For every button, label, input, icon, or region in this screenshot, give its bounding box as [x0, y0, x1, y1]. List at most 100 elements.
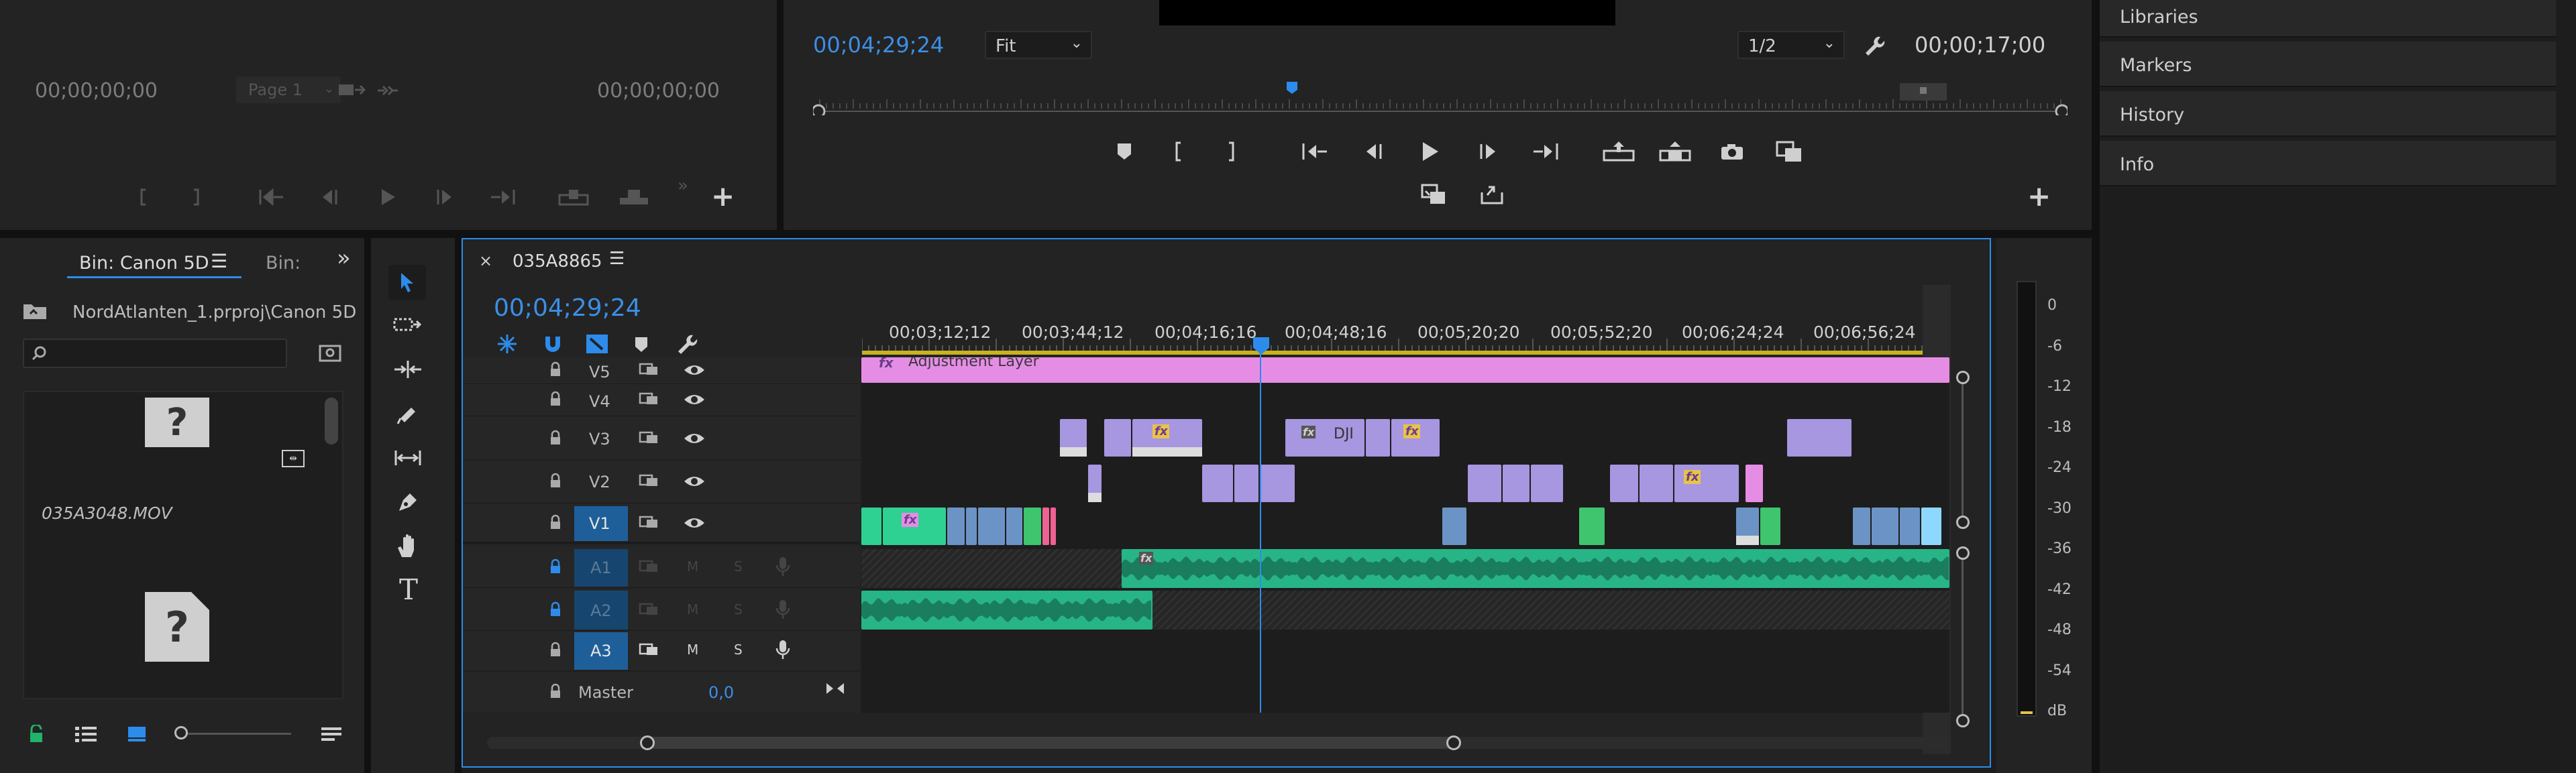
track-label[interactable]: V1 — [589, 514, 610, 533]
mute-button[interactable]: M — [687, 642, 698, 658]
clip-v1[interactable] — [947, 508, 965, 545]
track-label[interactable]: V2 — [589, 473, 610, 491]
clip-v1[interactable] — [1760, 508, 1780, 545]
project-scrollbar[interactable] — [325, 398, 338, 444]
lock-icon[interactable] — [549, 558, 562, 575]
toggle-proxies-icon[interactable] — [1418, 180, 1449, 209]
new-search-bin-icon[interactable] — [315, 339, 345, 368]
eye-icon[interactable] — [683, 474, 706, 489]
page-select[interactable]: Page 1 ⌄ — [236, 76, 341, 103]
lock-icon[interactable] — [549, 514, 562, 530]
zoom-slider[interactable] — [174, 723, 295, 744]
panel-markers[interactable]: Markers — [2100, 42, 2556, 87]
sync-lock-icon[interactable] — [639, 473, 659, 489]
timeline-horizontal-scrollbar[interactable] — [487, 733, 1949, 753]
clip-v2[interactable] — [1202, 465, 1233, 502]
go-to-in-icon[interactable] — [255, 185, 287, 209]
clip-v2[interactable] — [1468, 465, 1501, 502]
hand-tool-icon[interactable] — [392, 532, 423, 561]
linked-selection-icon[interactable] — [582, 331, 612, 357]
clip-v2[interactable] — [1234, 465, 1258, 502]
mark-out-icon[interactable] — [186, 185, 207, 209]
menu-icon[interactable] — [317, 721, 346, 748]
source-timecode-in[interactable]: 00;00;00;00 — [35, 79, 158, 103]
step-forward-icon[interactable] — [1474, 138, 1504, 165]
project-item-name[interactable]: 035A3048.MOV — [42, 503, 172, 523]
track-label[interactable]: A1 — [590, 558, 612, 577]
lock-icon[interactable] — [549, 391, 562, 407]
clip-v3[interactable] — [1104, 419, 1131, 457]
play-icon[interactable] — [374, 185, 401, 209]
track-content[interactable]: fx Adjustment Layer fx fx DJI fx fx fx f… — [861, 357, 1949, 713]
razor-tool-icon[interactable] — [392, 400, 423, 427]
sync-lock-icon[interactable] — [639, 642, 659, 658]
clip-v1[interactable] — [861, 508, 881, 545]
scroll-handle-left[interactable] — [640, 735, 655, 750]
audio-clip-a2[interactable] — [861, 591, 1152, 630]
nest-icon[interactable] — [494, 331, 521, 357]
lock-icon[interactable] — [549, 683, 562, 699]
project-tab-active[interactable]: Bin: Canon 5D ☰ — [67, 245, 241, 278]
clip-v2-pink[interactable] — [1746, 465, 1763, 502]
type-tool-icon[interactable]: T — [399, 573, 418, 606]
program-timecode[interactable]: 00;04;29;24 — [813, 32, 944, 58]
insert-icon[interactable] — [557, 185, 590, 209]
go-to-in-icon[interactable] — [1299, 138, 1332, 165]
clip-v1[interactable] — [1051, 508, 1056, 545]
clip-v1[interactable] — [1872, 508, 1898, 545]
program-add-button-icon[interactable]: + — [2027, 180, 2051, 213]
track-select-tool-icon[interactable] — [392, 312, 423, 339]
lock-icon[interactable] — [549, 473, 562, 489]
panel-history[interactable]: History — [2100, 91, 2556, 137]
lock-icon[interactable] — [549, 642, 562, 658]
go-to-end-icon[interactable] — [825, 680, 845, 697]
mark-out-icon[interactable] — [1218, 138, 1245, 165]
mark-in-icon[interactable] — [133, 185, 153, 209]
clip-v2[interactable] — [1503, 465, 1529, 502]
lock-open-icon[interactable] — [24, 721, 48, 748]
eye-icon[interactable] — [683, 516, 706, 530]
pen-tool-icon[interactable] — [392, 489, 423, 516]
sync-lock-icon[interactable] — [639, 430, 659, 446]
export-frame-icon[interactable] — [335, 78, 369, 102]
overwrite-icon[interactable] — [376, 80, 400, 101]
panel-info[interactable]: Info — [2100, 141, 2556, 186]
track-label[interactable]: A2 — [590, 601, 612, 620]
clip-adjustment-layer[interactable]: fx Adjustment Layer — [861, 357, 1949, 383]
clip-v1[interactable] — [1006, 508, 1022, 545]
clip-v3[interactable] — [1060, 419, 1087, 457]
clip-v1[interactable]: fx — [883, 508, 946, 545]
clip-v1[interactable] — [1736, 508, 1759, 545]
program-scrubber[interactable] — [813, 82, 2068, 115]
list-view-icon[interactable] — [71, 721, 101, 748]
clip-v2[interactable] — [1088, 465, 1102, 502]
media-offline-icon[interactable]: ? — [145, 592, 209, 662]
extract-icon[interactable] — [1657, 137, 1693, 166]
tab-menu-icon[interactable]: ☰ — [211, 250, 227, 272]
playhead-line[interactable] — [1260, 357, 1261, 713]
wrench-icon[interactable] — [674, 331, 700, 357]
more-controls-icon[interactable]: » — [678, 176, 688, 196]
clip-v1[interactable] — [1024, 508, 1041, 545]
eye-icon[interactable] — [683, 363, 706, 377]
clip-v3[interactable] — [1366, 419, 1390, 457]
sync-lock-icon[interactable] — [639, 391, 659, 407]
clip-v3[interactable]: fx — [1391, 419, 1440, 457]
close-icon[interactable]: × — [479, 251, 492, 270]
sequence-tab-label[interactable]: 035A8865 — [513, 251, 602, 272]
solo-button[interactable]: S — [734, 642, 743, 658]
go-to-out-icon[interactable] — [487, 185, 519, 209]
eye-icon[interactable] — [683, 392, 706, 407]
resolution-select[interactable]: 1/2 ⌄ — [1737, 31, 1845, 59]
ripple-edit-tool-icon[interactable] — [392, 356, 423, 383]
track-label[interactable]: V3 — [589, 430, 610, 449]
lift-icon[interactable] — [1601, 137, 1637, 166]
slip-tool-icon[interactable] — [392, 444, 423, 471]
clip-v2[interactable]: fx — [1674, 465, 1739, 502]
track-label[interactable]: V4 — [589, 392, 610, 411]
video-vertical-scrollbar[interactable] — [1953, 371, 1974, 529]
track-label[interactable]: A3 — [590, 642, 612, 660]
step-back-icon[interactable] — [1358, 138, 1387, 165]
fit-select[interactable]: Fit ⌄ — [985, 31, 1092, 59]
clip-v1[interactable] — [1921, 508, 1941, 545]
